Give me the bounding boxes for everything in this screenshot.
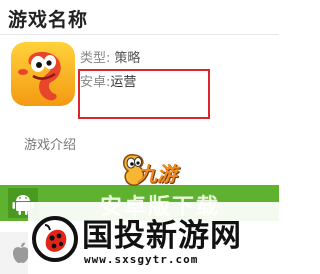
ladybug-icon — [32, 216, 78, 262]
game-type: 类型: 策略 — [80, 47, 140, 66]
site-name: 国投新游网 — [82, 218, 242, 254]
type-label: 类型: — [80, 51, 111, 66]
site-url: www.sxsgytr.com — [84, 253, 199, 266]
header: 游戏名称 — [0, 0, 279, 35]
site-watermark: 国投新游网 www.sxsgytr.com — [28, 202, 279, 274]
highlight-box — [78, 69, 210, 119]
section-title: 游戏介绍 — [24, 138, 77, 153]
watermark-logo-text: 九游 — [137, 162, 177, 186]
app-icon[interactable] — [11, 42, 75, 106]
type-value: 策略 — [114, 51, 141, 66]
page-title: 游戏名称 — [8, 9, 89, 31]
